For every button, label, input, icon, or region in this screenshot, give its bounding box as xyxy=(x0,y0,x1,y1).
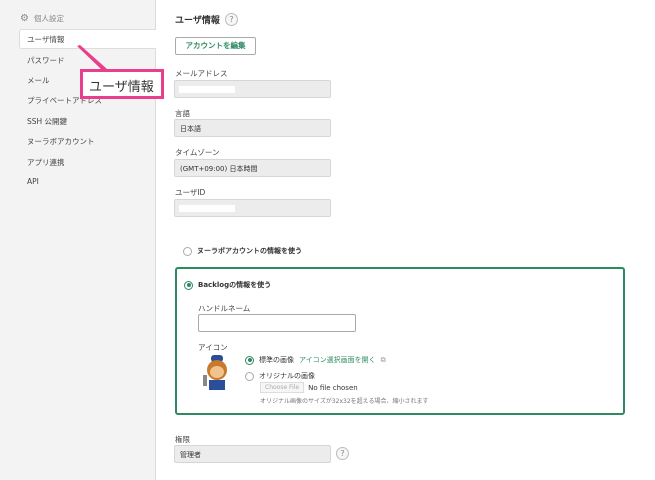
use-backlog-option[interactable]: Backlogの情報を使う xyxy=(184,280,271,290)
external-window-icon: ⧉ xyxy=(380,355,386,364)
email-label: メールアドレス xyxy=(175,69,228,78)
handle-input[interactable] xyxy=(198,314,356,332)
radio-backlog[interactable] xyxy=(184,280,193,290)
callout-label: ユーザ情報 xyxy=(80,69,164,99)
use-nulab-option[interactable]: ヌーラボアカウントの情報を使う xyxy=(183,246,302,256)
role-help-icon[interactable]: ? xyxy=(336,447,349,460)
language-label: 言語 xyxy=(175,109,190,118)
role-field: 管理者 xyxy=(174,445,331,463)
timezone-label: タイムゾーン xyxy=(175,148,220,157)
user-id-field xyxy=(174,199,331,217)
edit-account-button[interactable]: アカウントを編集 xyxy=(175,37,256,55)
user-id-label: ユーザID xyxy=(175,188,206,197)
radio-original[interactable] xyxy=(245,371,254,381)
role-label: 権限 xyxy=(175,435,190,444)
page-title: ユーザ情報 xyxy=(175,16,220,26)
radio-nulab[interactable] xyxy=(183,246,192,256)
monkey-avatar-icon xyxy=(203,355,227,390)
icon-size-note: オリジナル画像のサイズが32x32を超える場合、縮小されます xyxy=(260,398,429,405)
original-image-option[interactable]: オリジナルの画像 xyxy=(245,371,315,381)
choose-file-button[interactable]: Choose File xyxy=(260,382,305,393)
standard-image-option[interactable]: 標準の画像 アイコン選択画面を開く ⧉ xyxy=(245,355,386,365)
open-icon-selector-link[interactable]: アイコン選択画面を開く xyxy=(299,355,376,365)
language-field: 日本語 xyxy=(174,119,331,137)
handle-label: ハンドルネーム xyxy=(198,304,251,313)
file-input[interactable]: Choose File No file chosen xyxy=(260,382,358,393)
email-field xyxy=(174,80,331,98)
radio-standard[interactable] xyxy=(245,355,254,365)
help-icon[interactable]: ? xyxy=(225,13,238,26)
timezone-field: (GMT+09:00) 日本時間 xyxy=(174,159,331,177)
icon-label: アイコン xyxy=(198,343,228,352)
